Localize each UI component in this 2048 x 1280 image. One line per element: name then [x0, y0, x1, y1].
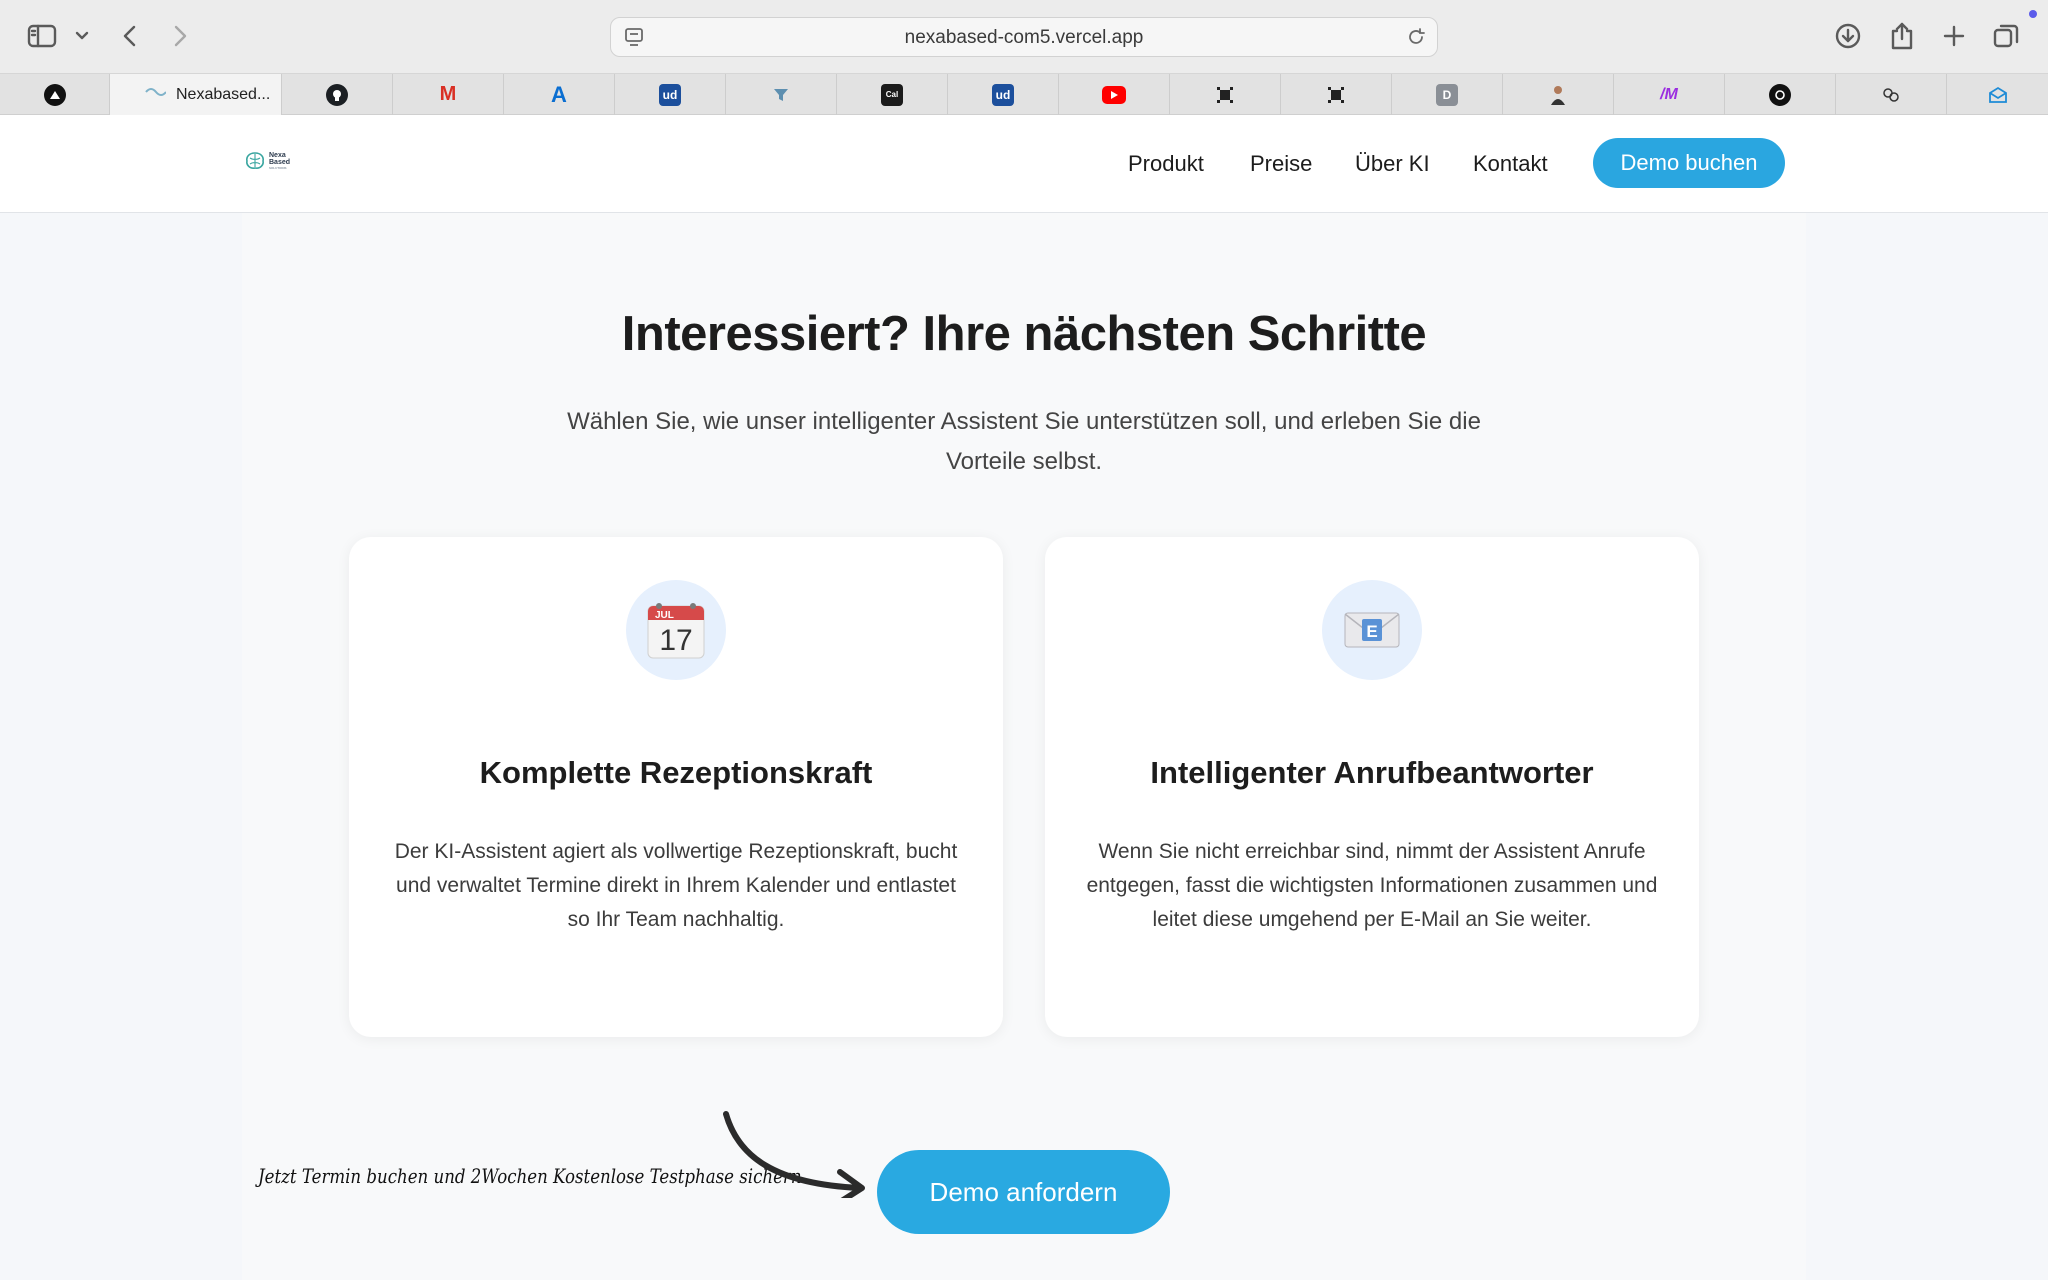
tab-github[interactable]	[282, 74, 393, 115]
calendar-month: JUL	[655, 610, 674, 621]
nav-link-label: Preise	[1250, 151, 1313, 176]
udemy-icon: ud	[659, 83, 681, 106]
share-icon[interactable]	[1882, 18, 1922, 54]
reload-icon[interactable]	[1405, 26, 1427, 53]
nav-link-label: Produkt	[1128, 151, 1204, 176]
tab-person[interactable]	[1503, 74, 1614, 115]
notification-dot	[2029, 10, 2037, 18]
nexabased-favicon	[144, 85, 167, 104]
tab-grid-1[interactable]	[1170, 74, 1281, 115]
nexabased-logo[interactable]: Nexa Based SOLUTIONS	[244, 151, 290, 171]
card-title: Intelligenter Anrufbeantworter	[1150, 755, 1594, 790]
url-text: nexabased-com5.vercel.app	[904, 27, 1144, 48]
brain-icon	[1880, 84, 1902, 106]
card-text: Der KI-Assistent agiert als vollwertige …	[394, 840, 958, 931]
demo-anfordern-button[interactable]: Demo anfordern	[877, 1150, 1170, 1234]
browser-toolbar: nexabased-com5.vercel.app	[0, 0, 2048, 74]
udemy-icon: ud	[992, 83, 1014, 106]
azure-icon: A	[551, 81, 567, 107]
tab-nexabased[interactable]: Nexabased...	[110, 74, 282, 115]
logo-line-3: SOLUTIONS	[269, 166, 287, 170]
gmail-icon: M	[439, 83, 457, 105]
github-icon	[326, 83, 348, 106]
tab-funnel[interactable]	[726, 74, 837, 115]
openai-icon	[1769, 83, 1791, 106]
nav-item-produkt[interactable]: Produkt	[1128, 115, 1204, 213]
tab-make[interactable]: /M	[1614, 74, 1725, 115]
tab-triangle[interactable]	[0, 74, 110, 115]
d-letter-icon: D	[1436, 83, 1458, 106]
tab-youtube[interactable]	[1059, 74, 1170, 115]
demo-buchen-button[interactable]: Demo buchen	[1593, 138, 1785, 188]
card-text: Wenn Sie nicht erreichbar sind, nimmt de…	[1086, 840, 1658, 931]
logo-line-1: Nexa	[269, 152, 286, 159]
tab-openai[interactable]	[1725, 74, 1836, 115]
nav-item-kontakt[interactable]: Kontakt	[1473, 115, 1548, 213]
chevron-down-icon[interactable]	[64, 18, 100, 54]
mail-open-icon	[1987, 84, 2009, 106]
back-arrow-icon[interactable]	[110, 18, 150, 54]
tab-udemy-1[interactable]: ud	[615, 74, 726, 115]
card-anrufbeantworter: E Intelligenter Anrufbeantworter Wenn Si…	[1045, 537, 1699, 1037]
card-rezeptionskraft: JUL 17 Komplette Rezeptionskraft Der KI-…	[349, 537, 1003, 1037]
tab-brain[interactable]	[1836, 74, 1947, 115]
card-icon-circle: JUL 17	[626, 580, 726, 680]
tab-udemy-2[interactable]: ud	[948, 74, 1059, 115]
section-subtitle: Wählen Sie, wie unser intelligenter Assi…	[567, 408, 1481, 475]
tab-grid-2[interactable]	[1281, 74, 1392, 115]
youtube-icon	[1102, 85, 1126, 104]
envelope-icon: E	[1344, 612, 1400, 648]
tab-d[interactable]: D	[1392, 74, 1503, 115]
cal-icon: Cal	[881, 83, 903, 106]
calendar-day: 17	[659, 624, 692, 657]
nav-link-label: Über KI	[1355, 151, 1430, 176]
tab-gmail[interactable]: M	[393, 74, 504, 115]
site-header: Nexa Based SOLUTIONS Produkt Preise Über…	[0, 115, 2048, 213]
card-icon-circle: E	[1322, 580, 1422, 680]
tab-title: Nexabased...	[176, 85, 271, 103]
nav-item-preise[interactable]: Preise	[1250, 115, 1312, 213]
envelope-letter: E	[1366, 622, 1377, 641]
download-icon[interactable]	[1828, 18, 1868, 54]
tab-azure[interactable]: A	[504, 74, 615, 115]
make-icon: /M	[1660, 85, 1678, 103]
funnel-icon	[770, 84, 792, 106]
curved-arrow-icon	[723, 1111, 865, 1198]
person-avatar-icon	[1547, 84, 1569, 106]
new-tab-plus-icon[interactable]	[1934, 18, 1974, 54]
sidebar-toggle-icon[interactable]	[22, 18, 62, 54]
tab-bar: Nexabased... M A ud Cal ud D /M	[0, 74, 2048, 115]
forward-arrow-icon[interactable]	[160, 18, 200, 54]
tab-cal[interactable]: Cal	[837, 74, 948, 115]
nav-link-label: Kontakt	[1473, 151, 1548, 176]
address-bar[interactable]: nexabased-com5.vercel.app	[610, 17, 1438, 57]
tab-mail[interactable]	[1947, 74, 2048, 115]
triangle-logo-icon	[43, 83, 66, 106]
card-title: Komplette Rezeptionskraft	[479, 755, 873, 790]
brain-logo-icon	[246, 152, 264, 169]
nav-item-ueber-ki[interactable]: Über KI	[1355, 115, 1430, 213]
grid-chip-icon	[1325, 84, 1347, 106]
tab-overview-icon[interactable]	[1986, 18, 2026, 54]
section-title: Interessiert? Ihre nächsten Schritte	[621, 307, 1427, 361]
grid-chip-icon	[1214, 84, 1236, 106]
calendar-icon: JUL 17	[647, 603, 705, 659]
logo-line-2: Based	[269, 159, 291, 166]
